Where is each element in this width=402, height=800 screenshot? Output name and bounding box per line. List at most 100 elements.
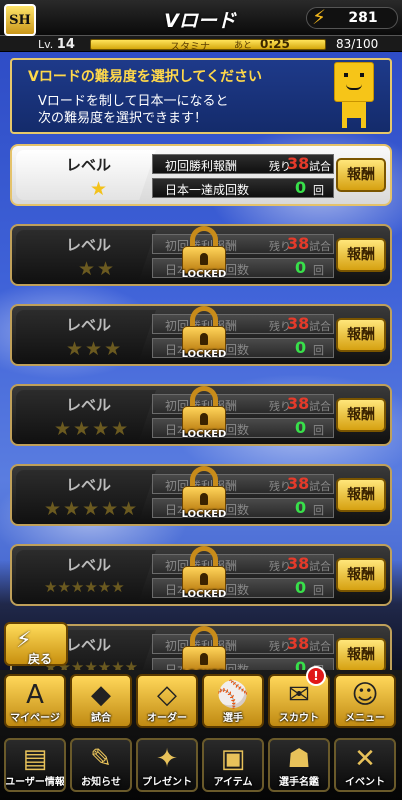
- nav-button-nav_row2-0[interactable]: ▤ ユーザー情報: [4, 738, 66, 792]
- locked-label: LOCKED: [181, 429, 227, 440]
- remain-count: 38: [287, 234, 310, 253]
- nav-label: スカウト: [279, 713, 319, 724]
- mascot-icon: [334, 62, 374, 102]
- level-label: レベル: [66, 156, 112, 174]
- banner-line-2: 次の難易度を選択できます！: [38, 111, 208, 126]
- level-label: レベル: [66, 396, 112, 414]
- nav-label: プレゼント: [142, 777, 192, 788]
- nav-label: オーダー: [147, 713, 187, 724]
- lock-icon: LOCKED: [182, 466, 226, 520]
- reward-button[interactable]: 報酬: [336, 398, 386, 432]
- first-win-reward-box: 初回勝利報酬 残り 38 試合: [152, 314, 334, 334]
- nav-button-nav_row2-5[interactable]: ✕ イベント: [334, 738, 396, 792]
- champion-count: 0: [295, 258, 307, 277]
- remain-unit: 試合: [309, 560, 331, 573]
- remain-unit: 試合: [309, 240, 331, 253]
- lock-icon: LOCKED: [182, 386, 226, 440]
- nav-icon: ✦: [156, 744, 178, 774]
- nav-button-nav_row1-5[interactable]: ☺ メニュー: [334, 674, 396, 728]
- remain-unit: 試合: [309, 640, 331, 653]
- stamina-value: 83/100: [336, 37, 379, 51]
- remain-unit: 試合: [309, 320, 331, 333]
- nav-icon: ⚾: [216, 680, 250, 710]
- first-win-reward-box: 初回勝利報酬 残り 38 試合: [152, 554, 334, 574]
- nav-icon: ☗: [287, 744, 311, 774]
- level-stars: ★: [90, 178, 110, 200]
- nav-button-nav_row2-4[interactable]: ☗ 選手名鑑: [268, 738, 330, 792]
- reward-button[interactable]: 報酬: [336, 558, 386, 592]
- champion-count: 0: [295, 178, 307, 197]
- lock-icon: LOCKED: [182, 226, 226, 280]
- champion-count-box: 日本一達成回数 0 回: [152, 178, 334, 198]
- level-stars: ★★★★★: [44, 498, 140, 520]
- nav-icon: ▤: [22, 744, 48, 774]
- nav-button-nav_row1-3[interactable]: ⚾ 選手: [202, 674, 264, 728]
- keyhole-icon: [200, 413, 208, 425]
- keyhole-icon: [200, 653, 208, 665]
- banner-title: Vロードの難易度を選択してください: [28, 69, 262, 85]
- scout-notification-badge: !: [306, 666, 326, 686]
- remain-unit: 試合: [309, 160, 331, 173]
- locked-label: LOCKED: [181, 589, 227, 600]
- keyhole-icon: [200, 493, 208, 505]
- nav-button-nav_row1-2[interactable]: ◇ オーダー: [136, 674, 198, 728]
- level-label: レベル: [66, 316, 112, 334]
- level-stars: ★★★: [66, 338, 124, 360]
- reward-button[interactable]: 報酬: [336, 478, 386, 512]
- champion-count: 0: [295, 578, 307, 597]
- champion-count-label: 日本一達成回数: [165, 183, 250, 197]
- locked-label: LOCKED: [181, 269, 227, 280]
- coin-icon: ⚡: [311, 5, 327, 29]
- nav-button-nav_row1-0[interactable]: A マイページ: [4, 674, 66, 728]
- nav-label: アイテム: [213, 777, 253, 788]
- champion-unit: 回: [313, 424, 324, 437]
- nav-button-nav_row2-1[interactable]: ✎ お知らせ: [70, 738, 132, 792]
- nav-label: お知らせ: [81, 777, 121, 788]
- nav-label: マイページ: [10, 713, 60, 724]
- reward-button[interactable]: 報酬: [336, 638, 386, 672]
- first-win-reward-label: 初回勝利報酬: [165, 159, 238, 173]
- level-label: レベル: [66, 476, 112, 494]
- level-stars: ★★★★: [54, 418, 131, 440]
- nav-label: イベント: [345, 777, 385, 788]
- nav-button-nav_row2-3[interactable]: ▣ アイテム: [202, 738, 264, 792]
- mascot-eyes: [344, 73, 364, 77]
- nav-icon: A: [26, 680, 44, 710]
- player-level: Lv. 14: [38, 37, 75, 52]
- reward-button[interactable]: 報酬: [336, 318, 386, 352]
- nav-button-nav_row2-2[interactable]: ✦ プレゼント: [136, 738, 198, 792]
- mascot-legs: [342, 102, 366, 128]
- page-title: Vロード: [164, 10, 236, 32]
- remain-count: 38: [287, 154, 310, 173]
- champion-count: 0: [295, 498, 307, 517]
- level-label: レベル: [66, 556, 112, 574]
- reward-button[interactable]: 報酬: [336, 158, 386, 192]
- nav-label: メニュー: [345, 713, 385, 724]
- level-label: レベル: [66, 236, 112, 254]
- lock-icon: LOCKED: [182, 546, 226, 600]
- remain-unit: 試合: [309, 480, 331, 493]
- first-win-reward-box: 初回勝利報酬 残り 38 試合: [152, 634, 334, 654]
- nav-label: 選手: [223, 713, 243, 724]
- nav-label: ユーザー情報: [5, 777, 65, 788]
- level-row[interactable]: レベル ★ 初回勝利報酬 残り 38 試合 日本一達成回数 0 回 報酬: [10, 144, 392, 206]
- stamina-remain-time: 0:25: [260, 37, 290, 51]
- team-logo[interactable]: SH: [4, 4, 36, 36]
- nav-button-nav_row1-1[interactable]: ◆ 試合: [70, 674, 132, 728]
- remain-unit: 試合: [309, 400, 331, 413]
- remain-count: 38: [287, 314, 310, 333]
- champion-unit: 回: [313, 184, 324, 197]
- nav-icon: ◆: [91, 680, 111, 710]
- remain-count: 38: [287, 394, 310, 413]
- level-label: レベル: [66, 636, 112, 654]
- reward-button[interactable]: 報酬: [336, 238, 386, 272]
- nav-label: 選手名鑑: [279, 777, 319, 788]
- locked-label: LOCKED: [181, 509, 227, 520]
- stamina-remain-label: あと: [234, 41, 253, 51]
- remain-count: 38: [287, 634, 310, 653]
- keyhole-icon: [200, 573, 208, 585]
- back-button-label: 戻る: [28, 652, 53, 666]
- keyhole-icon: [200, 333, 208, 345]
- level-stars: ★★★★★★: [44, 578, 125, 596]
- remain-count: 38: [287, 554, 310, 573]
